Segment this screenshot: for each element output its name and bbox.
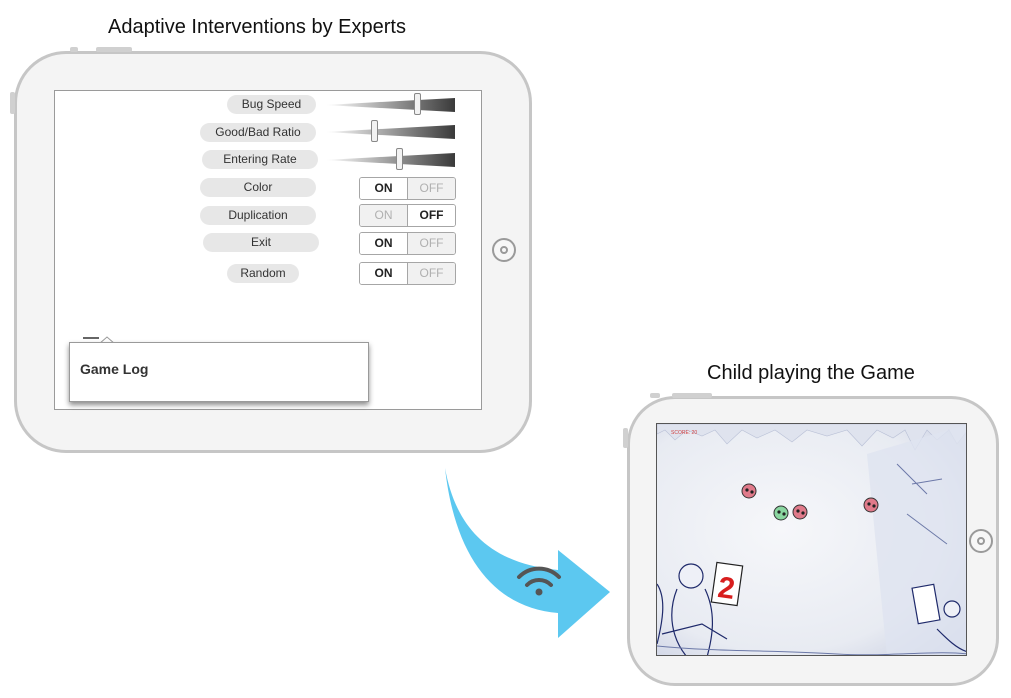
toggle-off-option[interactable]: OFF (408, 205, 455, 226)
bug-red (863, 497, 879, 513)
entering-rate-slider[interactable] (325, 148, 455, 170)
toggle-on-option[interactable]: ON (360, 205, 407, 226)
number-sign: 2 (710, 561, 744, 607)
bug-speed-label: Bug Speed (227, 95, 316, 114)
random-toggle[interactable]: ON OFF (359, 262, 456, 285)
game-screen[interactable]: SCORE: 20 2 (656, 423, 967, 656)
exit-label: Exit (203, 233, 319, 252)
score-label: SCORE: 20 (671, 430, 697, 436)
color-label: Color (200, 178, 316, 197)
slider-thumb[interactable] (371, 120, 378, 142)
tablet-top-button (672, 393, 712, 398)
toggle-on-option[interactable]: ON (360, 178, 407, 199)
game-scene: SCORE: 20 2 (657, 424, 966, 655)
tablet-top-button (650, 393, 660, 398)
slider-thumb[interactable] (396, 148, 403, 170)
good-bad-ratio-label: Good/Bad Ratio (200, 123, 316, 142)
toggle-off-option[interactable]: OFF (408, 233, 455, 254)
entering-rate-label: Entering Rate (202, 150, 318, 169)
caption-expert-tablet: Adaptive Interventions by Experts (108, 16, 406, 38)
bug-green (773, 505, 789, 521)
toggle-on-option[interactable]: ON (360, 263, 407, 284)
toggle-off-option[interactable]: OFF (408, 178, 455, 199)
tablet-side-button (10, 92, 15, 114)
game-log-panel[interactable]: Game Log (69, 342, 369, 402)
game-log-title: Game Log (80, 361, 149, 377)
bug-red (741, 483, 757, 499)
tablet-top-button (96, 47, 132, 52)
tablet-side-button (623, 428, 628, 448)
tablet-top-button (70, 47, 78, 52)
duplication-label: Duplication (200, 206, 316, 225)
transmission-arrow (445, 468, 610, 638)
toggle-on-option[interactable]: ON (360, 233, 407, 254)
home-button-icon[interactable] (492, 238, 516, 262)
caption-child-tablet: Child playing the Game (707, 362, 915, 384)
toggle-off-option[interactable]: OFF (408, 263, 455, 284)
color-toggle[interactable]: ON OFF (359, 177, 456, 200)
exit-toggle[interactable]: ON OFF (359, 232, 456, 255)
bug-speed-slider[interactable] (325, 93, 455, 115)
slider-thumb[interactable] (414, 93, 421, 115)
slider-track (325, 125, 455, 139)
slider-track (325, 153, 455, 167)
bug-red (792, 504, 808, 520)
duplication-toggle[interactable]: ON OFF (359, 204, 456, 227)
random-label: Random (227, 264, 299, 283)
slider-track (325, 98, 455, 112)
home-button-icon[interactable] (969, 529, 993, 553)
good-bad-ratio-slider[interactable] (325, 120, 455, 142)
